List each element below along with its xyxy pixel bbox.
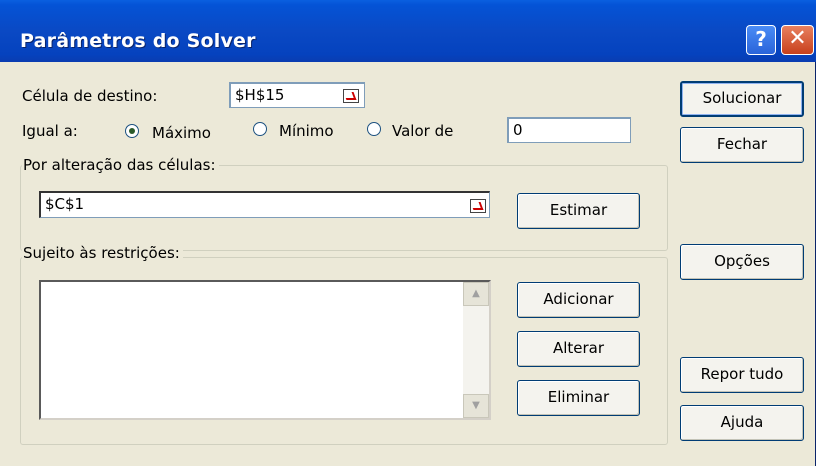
changing-cells-value: $C$1	[45, 195, 85, 213]
changing-cells-field[interactable]: $C$1	[39, 191, 490, 218]
target-cell-label: Célula de destino:	[22, 87, 158, 105]
title-bar[interactable]: Parâmetros do Solver ? ✕	[0, 0, 816, 62]
radio-max-label: Máximo	[152, 124, 211, 142]
equal-to-label: Igual a:	[22, 122, 78, 140]
constraints-legend: Sujeito às restrições:	[22, 244, 183, 262]
collapse-dialog-icon-2[interactable]	[468, 197, 488, 215]
close-icon[interactable]: ✕	[781, 25, 814, 55]
options-button[interactable]: Opções	[680, 244, 804, 280]
close-button[interactable]: Fechar	[680, 127, 804, 163]
value-of-value: 0	[513, 121, 523, 139]
collapse-dialog-icon[interactable]	[341, 87, 361, 105]
scroll-up-icon[interactable]: ▲	[463, 282, 489, 306]
solver-dialog: Parâmetros do Solver ? ✕ Célula de desti…	[0, 0, 816, 466]
add-button[interactable]: Adicionar	[517, 282, 640, 318]
change-button[interactable]: Alterar	[517, 331, 640, 367]
scroll-down-icon[interactable]: ▼	[463, 394, 489, 418]
help-icon[interactable]: ?	[746, 25, 776, 55]
window-title: Parâmetros do Solver	[20, 30, 256, 52]
changing-cells-legend: Por alteração das células:	[22, 156, 219, 174]
solve-button[interactable]: Solucionar	[680, 81, 804, 117]
guess-button[interactable]: Estimar	[517, 193, 640, 229]
radio-min-label: Mínimo	[279, 122, 334, 140]
constraints-scrollbar[interactable]: ▲ ▼	[463, 282, 489, 418]
delete-button[interactable]: Eliminar	[517, 380, 640, 416]
radio-value-of[interactable]	[367, 122, 381, 136]
radio-max[interactable]	[125, 124, 139, 138]
target-cell-value: $H$15	[235, 86, 285, 104]
radio-min[interactable]	[253, 122, 267, 136]
value-of-field[interactable]: 0	[507, 117, 631, 143]
constraints-list[interactable]: ▲ ▼	[39, 280, 491, 420]
target-cell-field[interactable]: $H$15	[229, 82, 365, 108]
radio-value-of-label: Valor de	[392, 122, 454, 140]
reset-all-button[interactable]: Repor tudo	[680, 357, 804, 393]
help-button[interactable]: Ajuda	[680, 405, 804, 441]
